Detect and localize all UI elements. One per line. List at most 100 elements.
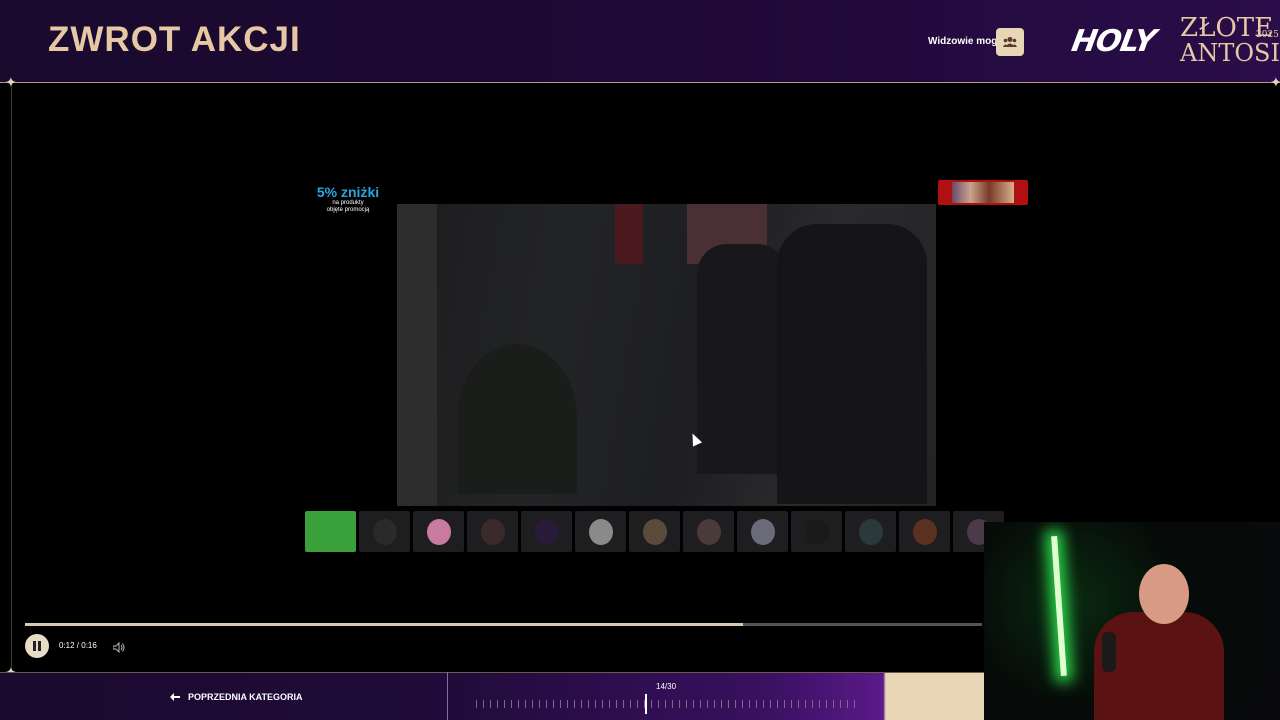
thumbnail-nominee-11[interactable] (845, 511, 896, 552)
category-tick (721, 700, 722, 708)
category-ticks[interactable] (476, 700, 862, 710)
category-tick (546, 700, 547, 708)
category-tick (707, 700, 708, 708)
pause-button[interactable] (25, 634, 49, 658)
viewers-label: Widzowie mogą (928, 36, 1003, 47)
thumbnail-nominee-9[interactable] (737, 511, 788, 552)
page-title: ZWROT AKCJI (48, 20, 301, 59)
category-tick (532, 700, 533, 708)
category-tick (672, 700, 673, 708)
thumbnail-nominee-6[interactable] (575, 511, 626, 552)
category-tick (854, 700, 855, 708)
category-tick (581, 700, 582, 708)
category-tick (476, 700, 477, 708)
thumbnail-nominee-3[interactable] (413, 511, 464, 552)
zlote-antosie-logo: ZŁOTE 2025 ANTOSIE (1180, 14, 1280, 70)
promo-overlay: 5% zniżki na produkty objęte promocją (308, 184, 388, 214)
sparkle-icon: ✦ (1270, 74, 1280, 90)
category-tick (630, 700, 631, 708)
bottom-divider (447, 672, 448, 720)
category-tick (553, 700, 554, 708)
category-tick (847, 700, 848, 708)
category-tick (616, 700, 617, 708)
category-tick (728, 700, 729, 708)
thumbnail-avatar (697, 519, 721, 545)
category-tick (623, 700, 624, 708)
category-tick (560, 700, 561, 708)
category-tick (588, 700, 589, 708)
category-tick (798, 700, 799, 708)
category-tick (700, 700, 701, 708)
pause-icon (33, 641, 41, 651)
category-tick (651, 700, 652, 708)
promo-title: 5% zniżki (316, 184, 380, 200)
category-tick (693, 700, 694, 708)
video-object (615, 204, 643, 264)
progress-track[interactable] (25, 623, 982, 626)
category-tick (602, 700, 603, 708)
logo-line2: ANTOSIE (1180, 39, 1280, 67)
thumbnail-nominee-7[interactable] (629, 511, 680, 552)
category-tick (539, 700, 540, 708)
thumbnail-avatar (643, 519, 667, 545)
thumbnail-avatar (805, 519, 829, 545)
category-tick (483, 700, 484, 708)
video-frame[interactable] (397, 204, 936, 506)
promo-subtitle-1: na produkty (332, 200, 364, 206)
volume-button[interactable] (112, 640, 125, 658)
thumbnail-avatar (859, 519, 883, 545)
category-tick (686, 700, 687, 708)
category-tick (819, 700, 820, 708)
stream-badge (938, 180, 1028, 205)
page: ZWROT AKCJI Widzowie mogą HOLY ZŁOTE 202… (0, 0, 1280, 720)
category-tick (595, 700, 596, 708)
video-wall (397, 204, 437, 506)
category-tick (749, 700, 750, 708)
current-category-marker (645, 694, 647, 714)
category-tick (791, 700, 792, 708)
thumbnail-nominee-12[interactable] (899, 511, 950, 552)
thumbnail-nominee-1[interactable] (305, 511, 356, 552)
category-tick (518, 700, 519, 708)
thumbnail-nominee-5[interactable] (521, 511, 572, 552)
category-tick (742, 700, 743, 708)
viewers-button[interactable] (996, 28, 1024, 56)
category-tick (637, 700, 638, 708)
webcam-light (1051, 535, 1067, 677)
category-tick (777, 700, 778, 708)
thumbnail-avatar (481, 519, 505, 545)
thumbnail-nominee-10[interactable] (791, 511, 842, 552)
category-tick (735, 700, 736, 708)
holy-logo: HOLY (1068, 24, 1158, 59)
category-tick (574, 700, 575, 708)
microphone (1102, 632, 1116, 672)
category-tick (665, 700, 666, 708)
category-tick (756, 700, 757, 708)
video-person (697, 244, 787, 474)
sparkle-icon: ✦ (5, 74, 17, 90)
category-tick (504, 700, 505, 708)
header: ZWROT AKCJI Widzowie mogą HOLY ZŁOTE 202… (0, 0, 1280, 83)
previous-category-button[interactable]: POPRZEDNIA KATEGORIA (170, 692, 303, 702)
thumbnail-nominee-8[interactable] (683, 511, 734, 552)
category-tick (567, 700, 568, 708)
category-tick (840, 700, 841, 708)
users-icon (1003, 37, 1017, 47)
category-tick (525, 700, 526, 708)
time-display: 0:12 / 0:16 (59, 641, 97, 650)
progress-fill (25, 623, 743, 626)
promo-subtitle-2: objęte promocją (326, 207, 370, 213)
thumbnail-avatar (427, 519, 451, 545)
thumbnail-nominee-2[interactable] (359, 511, 410, 552)
video-person (777, 224, 927, 504)
thumbnail-nominee-4[interactable] (467, 511, 518, 552)
category-tick (609, 700, 610, 708)
category-tick (784, 700, 785, 708)
thumbnail-avatar (913, 519, 937, 545)
thumbnail-avatar (589, 519, 613, 545)
category-tick (812, 700, 813, 708)
thumbnail-avatar (373, 519, 397, 545)
volume-icon (112, 641, 125, 654)
thumbnail-avatar (751, 519, 775, 545)
thumbnail-strip (305, 511, 1028, 552)
